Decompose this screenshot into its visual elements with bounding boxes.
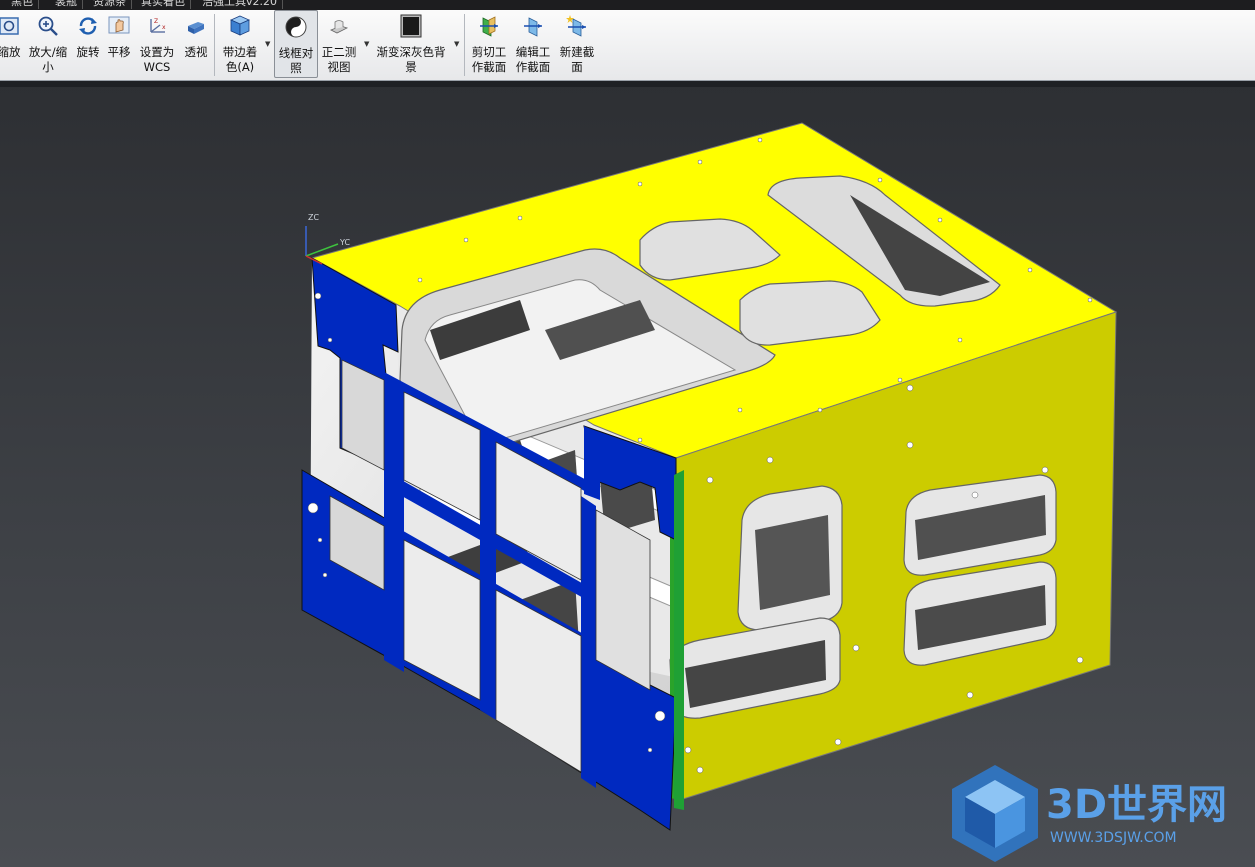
gradient-label-2: 景 (405, 60, 417, 74)
wcs-icon: Z x (150, 18, 166, 33)
new-section-label-2: 面 (571, 60, 583, 74)
svg-text:Z: Z (154, 18, 158, 25)
zoom-in-icon (38, 16, 58, 36)
gradient-background-icon (400, 14, 422, 38)
tab-5[interactable]: 浩强工具v2.20 (197, 0, 284, 9)
yc-label: YC (339, 238, 350, 247)
chevron-down-icon[interactable]: ▼ (364, 40, 369, 48)
watermark-url: WWW.3DSJW.COM (1050, 830, 1177, 846)
new-section-button[interactable]: 新建截 面 (556, 10, 598, 78)
shaded-label-2: 色(A) (225, 60, 255, 74)
shaded-label-1: 带边着 (222, 45, 258, 59)
wireframe-label-1: 线框对 (278, 46, 314, 60)
edit-section-button[interactable]: 编辑工 作截面 (512, 10, 554, 78)
zoom-label-1: 放大/缩 (28, 45, 68, 59)
wcs-label-2: WCS (143, 60, 171, 74)
pan-icon (108, 16, 130, 34)
fit-button[interactable]: 缩放 (0, 10, 24, 78)
dimetric-view-button[interactable]: 正二测 视图 (318, 10, 360, 78)
wcs-label-1: 设置为 (139, 45, 175, 59)
svg-text:x: x (162, 24, 166, 31)
perspective-label: 透视 (184, 45, 208, 59)
perspective-button[interactable]: 透视 (180, 10, 212, 78)
tab-1[interactable]: 黑色 (6, 0, 39, 9)
zoom-button[interactable]: 放大/缩 小 (24, 10, 72, 78)
wireframe-icon (285, 16, 307, 38)
edit-label-2: 作截面 (515, 60, 551, 74)
dimetric-label-2: 视图 (327, 60, 351, 74)
dimetric-label-1: 正二测 (321, 45, 357, 59)
view-toolbar: 缩放 放大/缩 小 旋转 平移 Z x 设置为 WCS 透视 带边着 色(A) … (0, 10, 1255, 81)
tab-4[interactable]: 真实着色 (136, 0, 191, 9)
graphics-viewport[interactable]: ZC YC 3D世界网 WWW.3DSJW.COM (0, 81, 1255, 867)
pan-label: 平移 (107, 45, 131, 59)
set-wcs-button[interactable]: Z x 设置为 WCS (136, 10, 178, 78)
clip-section-button[interactable]: 剪切工 作截面 (468, 10, 510, 78)
rotate-icon (79, 17, 97, 35)
dimetric-view-icon (330, 20, 349, 34)
wireframe-label-2: 照 (290, 61, 302, 75)
gradient-background-button[interactable]: 渐变深灰色背 景 (372, 10, 450, 78)
edit-section-icon (524, 17, 542, 37)
perspective-icon (188, 22, 204, 34)
zc-label: ZC (308, 213, 319, 222)
rotate-button[interactable]: 旋转 (73, 10, 103, 78)
watermark-title: 3D世界网 (1046, 782, 1227, 828)
tab-2[interactable]: 裳瓶 (50, 0, 83, 9)
rotate-label: 旋转 (76, 45, 100, 59)
chevron-down-icon[interactable]: ▼ (454, 40, 459, 48)
model-render[interactable]: ZC YC 3D世界网 WWW.3DSJW.COM (0, 81, 1255, 867)
pan-button[interactable]: 平移 (104, 10, 134, 78)
chevron-down-icon[interactable]: ▼ (265, 40, 270, 48)
edit-label-1: 编辑工 (515, 45, 551, 59)
tab-3[interactable]: 资源条 (88, 0, 132, 9)
shaded-edges-button[interactable]: 带边着 色(A) (218, 10, 262, 78)
separator (214, 14, 215, 76)
zoom-label-2: 小 (42, 60, 54, 74)
separator (464, 14, 465, 76)
new-section-icon (566, 15, 586, 37)
clip-label-1: 剪切工 (471, 45, 507, 59)
clip-label-2: 作截面 (471, 60, 507, 74)
zoom-fit-icon (0, 17, 19, 35)
wireframe-compare-button[interactable]: 线框对 照 (274, 10, 318, 78)
shaded-cube-icon (230, 15, 250, 36)
clip-section-icon (480, 16, 498, 37)
new-section-label-1: 新建截 (559, 45, 595, 59)
fit-label: 缩放 (0, 45, 21, 59)
watermark-logo: 3D世界网 WWW.3DSJW.COM (952, 765, 1227, 862)
document-tab-bar: 黑色 裳瓶 资源条 真实着色 浩强工具v2.20 (0, 0, 1255, 10)
gradient-label-1: 渐变深灰色背 (376, 45, 446, 59)
